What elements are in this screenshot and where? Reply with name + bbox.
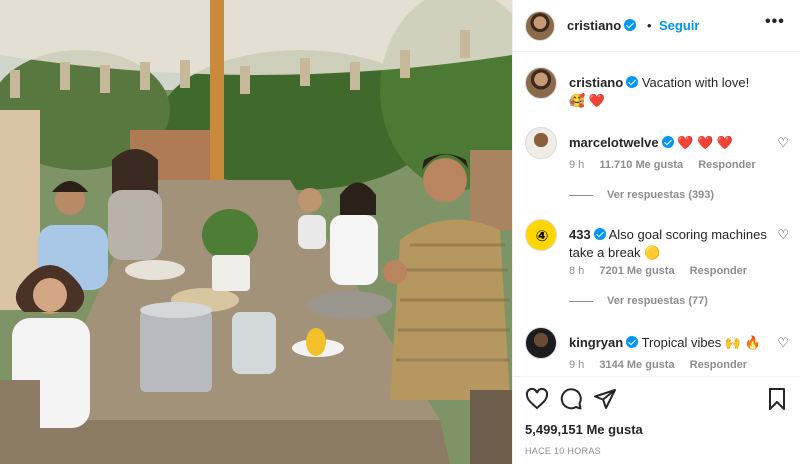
comment-item: kingryan Tropical vibes 🙌 🔥 9 h 3144 Me … [513,327,800,375]
comment-like-count[interactable]: 7201 Me gusta [599,265,674,277]
more-horizontal-icon[interactable]: ••• [765,13,785,31]
family-dinner-photo [0,0,512,464]
post-timestamp[interactable]: HACE 10 HORAS [525,446,601,456]
caption-meta: 9 h [569,97,596,109]
comment-avatar[interactable] [525,127,557,159]
comment-meta: 9 h 3144 Me gusta Responder [569,359,759,371]
verified-icon [626,76,639,88]
like-comment-heart-icon[interactable]: ♡ [777,335,789,351]
reply-button[interactable]: Responder [690,265,747,277]
caption-username[interactable]: cristiano [569,75,623,90]
comment-item: ④ 433 Also goal scoring machines take a … [513,219,800,309]
post-side-panel: cristiano • Seguir ••• cristiano Vacatio… [512,0,800,464]
comment-time: 9 h [569,359,585,371]
comment-time: 8 h [569,265,585,277]
comment-avatar[interactable]: ④ [525,219,557,251]
reply-button[interactable]: Responder [698,159,755,171]
comment-icon[interactable] [559,387,583,411]
verified-icon [661,136,674,148]
verified-icon [626,336,639,348]
comment-text: 433 Also goal scoring machines take a br… [569,226,769,262]
heart-icon[interactable] [525,387,549,411]
view-replies-button[interactable]: Ver respuestas (77) [569,295,708,307]
comment-meta: 8 h 7201 Me gusta Responder [569,265,759,277]
bookmark-icon[interactable] [765,387,789,411]
comment-time: 9 h [569,159,585,171]
comment-item: marcelotwelve ❤️ ❤️ ❤️ 9 h 11.710 Me gus… [513,127,800,207]
caption-time: 9 h [569,97,585,109]
comment-avatar[interactable] [525,327,557,359]
comment-like-count[interactable]: 11.710 Me gusta [599,159,683,171]
share-icon[interactable] [593,387,617,411]
comment-text: marcelotwelve ❤️ ❤️ ❤️ [569,134,769,152]
caption: cristiano Vacation with love! 🥰 ❤️ 9 h [513,67,800,123]
view-replies-button[interactable]: Ver respuestas (393) [569,189,714,201]
post-photo[interactable] [0,0,512,464]
like-comment-heart-icon[interactable]: ♡ [777,227,789,243]
comments-scroll[interactable]: cristiano Vacation with love! 🥰 ❤️ 9 h m… [513,53,800,375]
like-comment-heart-icon[interactable]: ♡ [777,135,789,151]
comment-username[interactable]: 433 [569,227,591,242]
comment-body: Tropical vibes 🙌 🔥 [641,335,761,350]
author-avatar[interactable] [525,11,555,41]
comment-body: ❤️ ❤️ ❤️ [677,135,734,150]
reply-button[interactable]: Responder [690,359,747,371]
comment-like-count[interactable]: 3144 Me gusta [599,359,674,371]
verified-icon [624,19,637,31]
caption-text: cristiano Vacation with love! 🥰 ❤️ [569,74,769,110]
comment-username[interactable]: marcelotwelve [569,135,659,150]
post-header: cristiano • Seguir ••• [513,0,800,52]
comment-meta: 9 h 11.710 Me gusta Responder [569,159,768,171]
caption-avatar[interactable] [525,67,557,99]
separator-dot: • [647,18,652,33]
like-count[interactable]: 5,499,151 Me gusta [525,422,643,437]
comment-username[interactable]: kingryan [569,335,623,350]
verified-icon [593,228,606,240]
comment-text: kingryan Tropical vibes 🙌 🔥 [569,334,769,352]
follow-button[interactable]: Seguir [659,18,699,33]
post-actions-bar [513,376,800,420]
author-username[interactable]: cristiano [567,18,637,33]
